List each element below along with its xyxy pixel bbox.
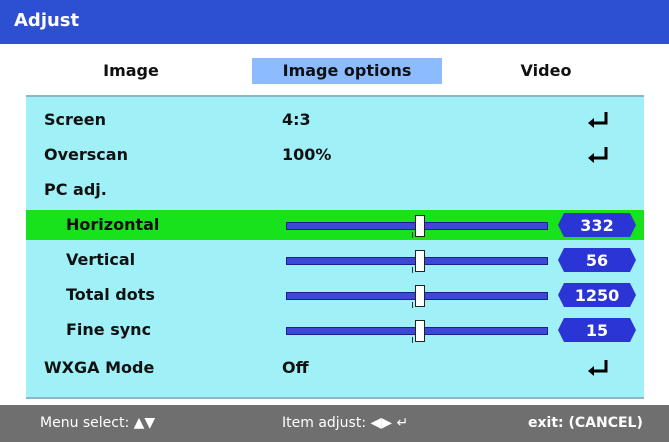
exit-hint: exit: (CANCEL) (528, 415, 643, 431)
settings-panel: Screen 4:3 Overscan 100% PC adj. Horizon… (26, 95, 644, 399)
vertical-value-badge: 56 (558, 248, 636, 272)
fine-sync-value: 15 (585, 321, 609, 340)
tab-bar: Image Image options Video (26, 58, 644, 86)
tab-image[interactable]: Image (26, 58, 236, 84)
row-wxga-mode[interactable]: WXGA Mode Off (26, 353, 644, 383)
slider-handle[interactable] (415, 285, 425, 307)
vertical-label: Vertical (66, 250, 136, 269)
total-dots-slider[interactable] (286, 285, 548, 308)
slider-tick (412, 302, 413, 308)
horizontal-value-badge: 332 (558, 213, 636, 237)
overscan-value: 100% (282, 145, 332, 164)
horizontal-value: 332 (580, 216, 614, 235)
fine-sync-slider[interactable] (286, 320, 548, 343)
slider-tick (412, 232, 413, 238)
row-pc-adj: PC adj. (26, 175, 644, 205)
pc-adj-label: PC adj. (44, 180, 107, 199)
tab-video[interactable]: Video (446, 58, 646, 84)
screen-label: Screen (44, 110, 106, 129)
menu-select-hint: Menu select: ▲▼ (40, 415, 156, 431)
enter-key-icon[interactable] (586, 109, 612, 131)
fine-sync-value-badge: 15 (558, 318, 636, 342)
item-adjust-hint: Item adjust: ◀▶ ↵ (282, 415, 409, 431)
screen-value: 4:3 (282, 110, 311, 129)
row-overscan[interactable]: Overscan 100% (26, 140, 644, 170)
row-fine-sync[interactable]: Fine sync 15 (26, 315, 644, 345)
horizontal-slider[interactable] (286, 215, 548, 238)
slider-tick (412, 267, 413, 273)
horizontal-label: Horizontal (66, 215, 160, 234)
overscan-label: Overscan (44, 145, 128, 164)
row-total-dots[interactable]: Total dots 1250 (26, 280, 644, 310)
wxga-mode-value: Off (282, 358, 309, 377)
enter-key-icon[interactable] (586, 144, 612, 166)
status-bar: Menu select: ▲▼ Item adjust: ◀▶ ↵ exit: … (0, 405, 669, 442)
enter-key-icon[interactable] (586, 357, 612, 379)
slider-handle[interactable] (415, 215, 425, 237)
row-screen[interactable]: Screen 4:3 (26, 105, 644, 135)
title-bar: Adjust (0, 0, 669, 44)
vertical-slider[interactable] (286, 250, 548, 273)
slider-handle[interactable] (415, 250, 425, 272)
tab-video-label: Video (520, 61, 572, 80)
window-title: Adjust (14, 10, 80, 31)
tab-image-options[interactable]: Image options (252, 58, 442, 84)
total-dots-value-badge: 1250 (558, 283, 636, 307)
slider-tick (412, 337, 413, 343)
row-horizontal[interactable]: Horizontal 332 (26, 210, 644, 240)
total-dots-label: Total dots (66, 285, 155, 304)
row-vertical[interactable]: Vertical 56 (26, 245, 644, 275)
fine-sync-label: Fine sync (66, 320, 152, 339)
vertical-value: 56 (585, 251, 609, 270)
slider-handle[interactable] (415, 320, 425, 342)
tab-image-options-label: Image options (282, 61, 412, 80)
wxga-mode-label: WXGA Mode (44, 358, 155, 377)
total-dots-value: 1250 (574, 286, 620, 305)
tab-image-label: Image (103, 61, 159, 80)
osd-adjust-menu: Adjust Image Image options Video Screen … (0, 0, 669, 442)
